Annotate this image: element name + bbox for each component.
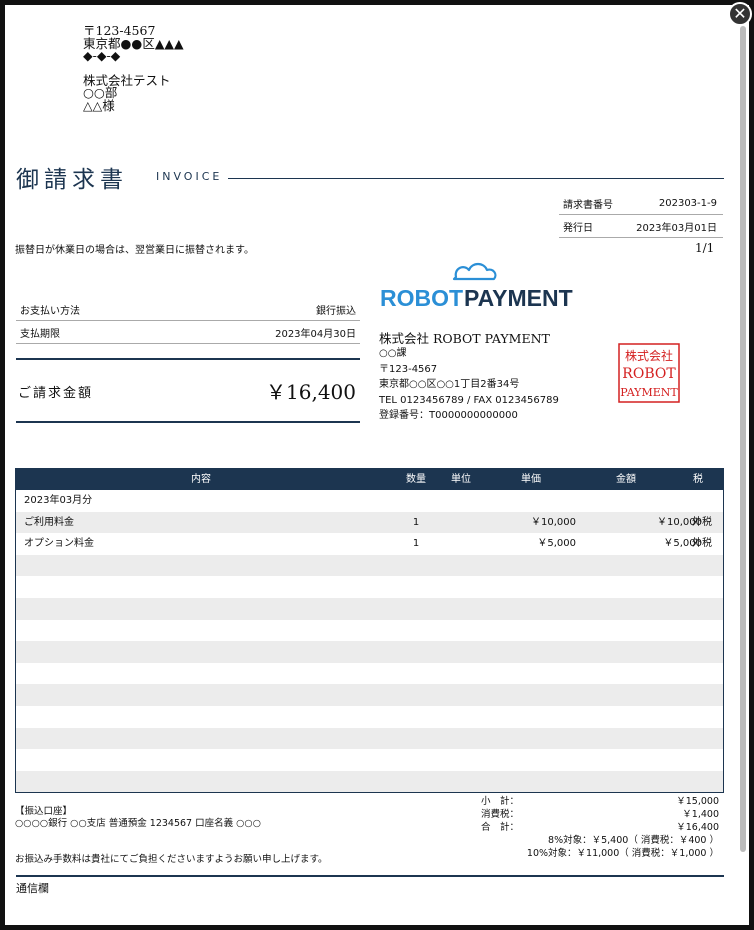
item-price: ￥5,000 <box>537 538 576 550</box>
issuer-tel-fax: TEL 0123456789 / FAX 0123456789 <box>379 394 559 406</box>
empty-row <box>16 706 723 728</box>
tax-label: 消費税： <box>481 809 520 820</box>
issue-date-row: 発行日 2023年03月01日 <box>559 215 723 238</box>
page-number: 1/1 <box>695 241 715 255</box>
page-title-en: INVOICE <box>156 170 223 183</box>
logo-text-payment: PAYMENT <box>464 285 573 311</box>
invoice-page: 〒123-4567 東京都●●区▲▲▲ ◆-◆-◆ 株式会社テスト ○○部 △△… <box>5 5 749 925</box>
table-row: オプション料金 1 ￥5,000 ￥5,000 外税 <box>16 533 723 555</box>
bank-detail: ○○○○銀行 ○○支店 普通預金 1234567 口座名義 ○○○ <box>15 818 262 829</box>
line-items-table: 内容 数量 単位 単価 金額 税 2023年03月分 ご利用料金 1 ￥10,0… <box>15 468 724 793</box>
billing-period: 2023年03月分 <box>24 495 93 506</box>
empty-row <box>16 684 723 706</box>
subtotal: ￥15,000 <box>676 796 719 807</box>
title-row: 御請求書 INVOICE <box>16 160 724 193</box>
stamp-text-robot: ROBOT <box>622 366 676 382</box>
payment-method-row: お支払い方法 銀行振込 <box>16 298 360 321</box>
rate10-breakdown: 10%対象：￥11,000（ 消費税：￥1,000 ） <box>526 848 719 859</box>
header-name: 内容 <box>191 474 211 485</box>
company-seal-stamp: 株式会社 ROBOT PAYMENT <box>618 343 680 403</box>
invoice-number: 202303-1-9 <box>658 197 717 209</box>
item-qty: 1 <box>412 516 420 528</box>
memo-section: 通信欄 <box>16 875 724 896</box>
header-unit: 単位 <box>451 474 471 485</box>
empty-row <box>16 770 723 793</box>
header-price: 単価 <box>521 474 541 485</box>
header-amount: 金額 <box>616 474 636 485</box>
recipient-name: △△様 <box>83 97 115 113</box>
empty-row <box>16 641 723 663</box>
tax-row: 消費税： ￥1,400 <box>475 808 719 821</box>
item-tax: 外税 <box>692 516 712 528</box>
issuer-company: 株式会社 ROBOT PAYMENT <box>379 331 550 346</box>
table-header: 内容 数量 単位 単価 金額 税 <box>16 469 723 490</box>
memo-label: 通信欄 <box>16 882 49 895</box>
item-qty: 1 <box>412 538 420 550</box>
item-name: ご利用料金 <box>24 516 74 528</box>
close-icon[interactable]: ✕ <box>733 4 746 23</box>
item-tax: 外税 <box>692 538 712 550</box>
empty-row <box>16 597 723 620</box>
empty-row <box>16 620 723 642</box>
scrollbar[interactable] <box>740 26 746 852</box>
billing-period-row: 2023年03月分 <box>16 490 723 512</box>
issue-date-label: 発行日 <box>563 222 593 234</box>
transfer-notice: 振替日が休業日の場合は、翌営業日に振替されます。 <box>15 245 254 256</box>
payment-info: お支払い方法 銀行振込 支払期限 2023年04月30日 <box>16 298 360 344</box>
total-amount-label: ご請求金額 <box>18 386 94 401</box>
payment-method: 銀行振込 <box>316 305 356 317</box>
grand-total-row: 合 計： ￥16,400 <box>475 821 719 834</box>
page-title: 御請求書 <box>16 167 128 193</box>
total-amount-box: ご請求金額 ￥16,400 <box>16 358 360 423</box>
item-price: ￥10,000 <box>531 516 576 528</box>
recipient-address: 〒123-4567 東京都●●区▲▲▲ ◆-◆-◆ 株式会社テスト ○○部 △△… <box>83 24 184 113</box>
empty-row <box>16 554 723 577</box>
bank-account-info: 【振込口座】 ○○○○銀行 ○○支店 普通預金 1234567 口座名義 ○○○ <box>15 806 261 830</box>
stamp-text-top: 株式会社 <box>625 348 673 363</box>
stamp-text-payment: PAYMENT <box>620 386 678 399</box>
payment-method-label: お支払い方法 <box>20 305 80 317</box>
invoice-number-label: 請求書番号 <box>563 199 613 211</box>
table-row: ご利用料金 1 ￥10,000 ￥10,000 外税 <box>16 511 723 534</box>
rate8-breakdown: 8%対象：￥5,400（ 消費税：￥400 ） <box>548 835 719 846</box>
rate10-row: 10%対象：￥11,000（ 消費税：￥1,000 ） <box>475 847 719 860</box>
robot-payment-logo: ROBOT PAYMENT <box>380 262 573 311</box>
issuer-info: 株式会社 ROBOT PAYMENT ○○課 〒123-4567 東京都○○区○… <box>379 331 559 424</box>
fee-note: お振込み手数料は貴社にてご負担くださいますようお願い申し上げます。 <box>15 854 328 865</box>
grand-total-label: 合 計： <box>481 822 520 833</box>
subtotal-row: 小 計： ￥15,000 <box>475 795 719 808</box>
header-tax: 税 <box>693 474 703 485</box>
due-date: 2023年04月30日 <box>275 328 356 340</box>
total-amount: ￥16,400 <box>266 380 356 404</box>
close-button[interactable]: ✕ <box>728 2 752 26</box>
issue-date: 2023年03月01日 <box>636 222 717 234</box>
due-date-row: 支払期限 2023年04月30日 <box>16 321 360 344</box>
issuer-department: ○○課 <box>379 348 407 359</box>
empty-row <box>16 663 723 685</box>
invoice-number-row: 請求書番号 202303-1-9 <box>559 192 723 215</box>
invoice-meta: 請求書番号 202303-1-9 発行日 2023年03月01日 <box>559 192 723 238</box>
issuer-address: 東京都○○区○○1丁目2番34号 <box>379 379 520 390</box>
due-date-label: 支払期限 <box>20 328 60 340</box>
empty-row <box>16 576 723 598</box>
issuer-postal: 〒123-4567 <box>379 363 438 375</box>
subtotal-label: 小 計： <box>481 796 520 807</box>
rate8-row: 8%対象：￥5,400（ 消費税：￥400 ） <box>475 834 719 847</box>
empty-row <box>16 727 723 750</box>
item-name: オプション料金 <box>24 538 94 550</box>
grand-total: ￥16,400 <box>676 822 719 833</box>
title-divider <box>228 178 724 179</box>
empty-row <box>16 749 723 771</box>
amount-summary: 小 計： ￥15,000 消費税： ￥1,400 合 計： ￥16,400 8%… <box>475 795 719 860</box>
issuer-registration: 登録番号：T0000000000000 <box>379 410 518 421</box>
bank-heading: 【振込口座】 <box>15 806 73 817</box>
tax: ￥1,400 <box>682 809 719 820</box>
logo-text-robot: ROBOT <box>380 285 463 311</box>
recipient-address-line2: ◆-◆-◆ <box>83 48 121 63</box>
